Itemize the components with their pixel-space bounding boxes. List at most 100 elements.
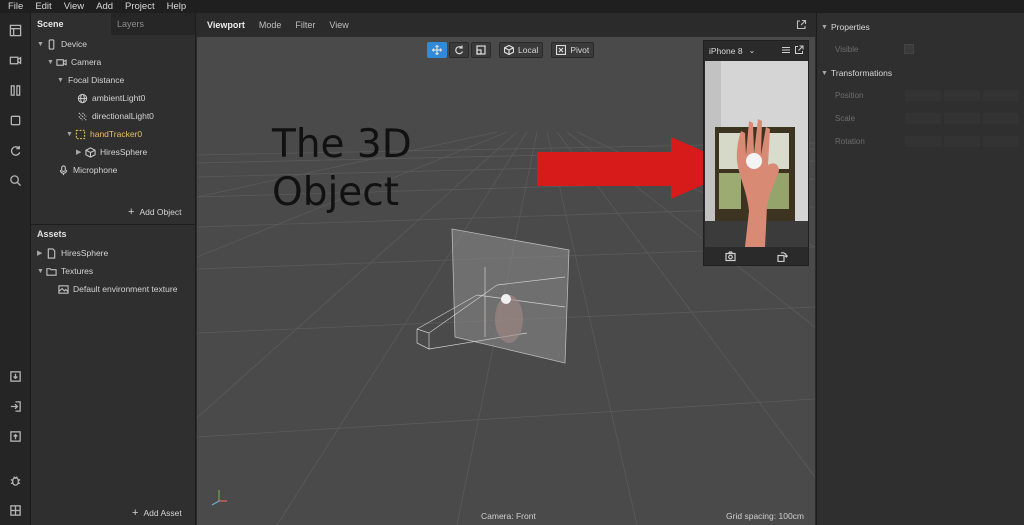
- asset-item-environment-texture[interactable]: Default environment texture: [57, 280, 177, 298]
- globe-icon: [76, 92, 88, 104]
- scale-z-field[interactable]: [983, 113, 1019, 124]
- microphone-icon: [57, 164, 69, 176]
- local-label: Local: [518, 45, 539, 55]
- add-object-label: Add Object: [139, 207, 182, 217]
- camera-icon: [55, 56, 67, 68]
- tree-item-hiressphere[interactable]: ▶ HiresSphere: [76, 143, 147, 161]
- menu-project[interactable]: Project: [119, 0, 161, 13]
- menu-help[interactable]: Help: [161, 0, 193, 13]
- tree-item-ambientlight[interactable]: ambientLight0: [76, 89, 145, 107]
- rotation-x-field[interactable]: [905, 136, 941, 147]
- chevron-down-icon[interactable]: ▼: [37, 41, 45, 48]
- scene-panel: Scene Layers ▼ Device ▼ Camera ▼ Focal D…: [31, 13, 196, 525]
- annotation-text: The 3D Object: [272, 121, 492, 217]
- search-icon[interactable]: [8, 173, 23, 188]
- scale-icon: [476, 45, 486, 55]
- chevron-down-icon[interactable]: ▼: [37, 268, 45, 275]
- move-icon: [432, 45, 442, 55]
- transformations-header[interactable]: ▼ Transformations: [821, 68, 892, 78]
- tree-item-microphone[interactable]: Microphone: [57, 161, 117, 179]
- position-y-field[interactable]: [944, 90, 980, 101]
- menu-edit[interactable]: Edit: [29, 0, 57, 13]
- scale-y-field[interactable]: [944, 113, 980, 124]
- local-toggle-button[interactable]: Local: [499, 42, 544, 58]
- transformations-title: Transformations: [831, 68, 893, 78]
- pivot-label: Pivot: [570, 45, 590, 55]
- popout-icon[interactable]: [796, 19, 807, 30]
- import-icon[interactable]: [8, 369, 23, 384]
- tab-viewport[interactable]: Viewport: [197, 20, 252, 30]
- rotation-y-field[interactable]: [944, 136, 980, 147]
- device-selector[interactable]: iPhone 8 ⌄: [704, 41, 808, 60]
- menu-view[interactable]: View: [58, 0, 90, 13]
- properties-header[interactable]: ▼ Properties: [821, 22, 870, 32]
- tab-view[interactable]: View: [322, 20, 355, 30]
- visible-checkbox[interactable]: [904, 44, 914, 54]
- upload-icon[interactable]: [8, 429, 23, 444]
- chevron-right-icon[interactable]: ▶: [37, 249, 45, 257]
- properties-panel: ▼ Properties Visible ▼ Transformations P…: [816, 13, 1024, 525]
- scale-tool-button[interactable]: [471, 42, 491, 58]
- square-icon[interactable]: [8, 113, 23, 128]
- add-asset-button[interactable]: + Add Asset: [132, 507, 182, 519]
- viewport-tabbar: Viewport Mode Filter View: [197, 13, 815, 37]
- camera-status: Camera: Front: [481, 511, 536, 521]
- popout-icon[interactable]: [794, 45, 804, 55]
- tree-item-label: Device: [61, 39, 87, 49]
- rotate-tool-button[interactable]: [449, 42, 469, 58]
- tab-mode[interactable]: Mode: [252, 20, 289, 30]
- chevron-down-icon[interactable]: ▼: [66, 131, 74, 138]
- grid-icon[interactable]: [8, 503, 23, 518]
- login-icon[interactable]: [8, 399, 23, 414]
- tree-item-camera[interactable]: ▼ Camera: [47, 53, 101, 71]
- tree-item-label: Focal Distance: [68, 75, 125, 85]
- annotation-line-2: Object: [272, 170, 400, 215]
- folder-icon: [45, 265, 57, 277]
- tree-item-device[interactable]: ▼ Device: [37, 35, 87, 53]
- cube-icon: [504, 45, 514, 55]
- viewport[interactable]: Viewport Mode Filter View Local Pivot Th…: [197, 13, 815, 525]
- tab-scene[interactable]: Scene: [31, 13, 111, 35]
- add-object-button[interactable]: + Add Object: [128, 206, 182, 218]
- chevron-down-icon[interactable]: ▼: [47, 59, 55, 66]
- scale-x-field[interactable]: [905, 113, 941, 124]
- refresh-icon[interactable]: [8, 143, 23, 158]
- tool-rail: [0, 13, 31, 525]
- menu-add[interactable]: Add: [90, 0, 119, 13]
- rotate-icon: [455, 45, 464, 55]
- bug-icon[interactable]: [8, 473, 23, 488]
- camera-record-icon[interactable]: [8, 53, 23, 68]
- tree-item-handtracker[interactable]: ▼ handTracker0: [66, 125, 142, 143]
- position-z-field[interactable]: [983, 90, 1019, 101]
- asset-item-textures[interactable]: ▼ Textures: [37, 262, 93, 280]
- scene-tabs: Scene Layers: [31, 13, 195, 35]
- properties-title: Properties: [831, 22, 870, 32]
- menu-icon[interactable]: [781, 45, 791, 55]
- tab-filter[interactable]: Filter: [288, 20, 322, 30]
- layout-icon[interactable]: [8, 23, 23, 38]
- chevron-down-icon: ▼: [821, 69, 828, 77]
- tab-layers[interactable]: Layers: [111, 13, 191, 35]
- screenshot-icon[interactable]: [724, 250, 736, 262]
- rotate-device-icon[interactable]: [776, 251, 788, 262]
- asset-item-hiressphere[interactable]: ▶ HiresSphere: [37, 244, 108, 262]
- rotation-z-field[interactable]: [983, 136, 1019, 147]
- position-x-field[interactable]: [905, 90, 941, 101]
- chevron-down-icon: ⌄: [748, 46, 756, 55]
- split-view-icon[interactable]: [8, 83, 23, 98]
- tree-item-focal-distance[interactable]: ▼ Focal Distance: [57, 71, 124, 89]
- tree-item-label: handTracker0: [90, 129, 143, 139]
- asset-item-label: HiresSphere: [61, 248, 109, 258]
- phone-controls: [704, 247, 808, 265]
- cube-icon: [84, 146, 96, 158]
- pivot-icon: [556, 45, 567, 55]
- menu-bar: File Edit View Add Project Help: [0, 0, 1024, 13]
- pivot-toggle-button[interactable]: Pivot: [551, 42, 595, 58]
- move-tool-button[interactable]: [427, 42, 447, 58]
- chevron-right-icon[interactable]: ▶: [76, 148, 84, 156]
- file-icon: [45, 247, 57, 259]
- tree-item-directionallight[interactable]: directionalLight0: [76, 107, 154, 125]
- axis-gizmo: [211, 490, 227, 506]
- chevron-down-icon[interactable]: ▼: [57, 77, 65, 84]
- menu-file[interactable]: File: [0, 0, 29, 13]
